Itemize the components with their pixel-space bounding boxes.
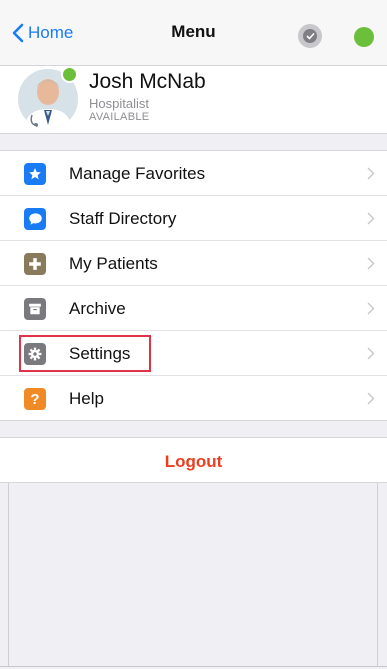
menu-item-archive[interactable]: Archive — [0, 286, 387, 331]
question-icon: ? — [24, 388, 46, 410]
profile-status: AVAILABLE — [89, 111, 150, 123]
menu-item-label: My Patients — [69, 254, 158, 273]
menu-item-manage-favorites[interactable]: Manage Favorites — [0, 151, 387, 196]
back-button[interactable]: Home — [12, 20, 73, 46]
avatar-status-dot — [61, 66, 78, 83]
menu-item-label: Help — [69, 389, 104, 408]
shield-check-icon — [303, 29, 317, 43]
menu-item-settings[interactable]: Settings — [0, 331, 387, 376]
logout-label: Logout — [164, 452, 223, 471]
page-title: Menu — [171, 22, 216, 41]
chevron-right-icon — [367, 257, 375, 270]
menu-list: Manage Favorites Staff Directory My Pati… — [0, 150, 387, 421]
menu-item-help[interactable]: ? Help — [0, 376, 387, 421]
chat-bubble-icon — [24, 208, 46, 230]
chevron-right-icon — [367, 302, 375, 315]
navigation-bar: Home Menu — [0, 0, 387, 66]
archive-box-icon — [24, 298, 46, 320]
profile-name: Josh McNab — [89, 70, 206, 93]
menu-item-label: Staff Directory — [69, 209, 177, 228]
logout-button[interactable]: Logout — [0, 437, 387, 483]
chevron-right-icon — [367, 392, 375, 405]
chevron-right-icon — [367, 167, 375, 180]
presence-indicator[interactable] — [354, 27, 374, 47]
medical-cross-icon — [24, 253, 46, 275]
frame-border-left — [8, 483, 9, 667]
back-button-label[interactable]: Home — [28, 23, 73, 43]
profile-role: Hospitalist — [89, 96, 149, 111]
menu-item-label: Archive — [69, 299, 126, 318]
chevron-right-icon — [367, 347, 375, 360]
star-icon — [24, 163, 46, 185]
menu-item-staff-directory[interactable]: Staff Directory — [0, 196, 387, 241]
status-toggle-button[interactable] — [298, 24, 322, 48]
menu-item-label: Settings — [69, 344, 131, 363]
menu-item-my-patients[interactable]: My Patients — [0, 241, 387, 286]
chevron-right-icon — [367, 212, 375, 225]
gear-icon — [24, 343, 46, 365]
profile-header[interactable]: Josh McNab Hospitalist AVAILABLE — [0, 66, 387, 134]
chevron-left-icon — [12, 23, 24, 43]
frame-border-bottom — [0, 666, 387, 667]
menu-item-label: Manage Favorites — [69, 164, 206, 183]
frame-border-right — [377, 483, 378, 667]
